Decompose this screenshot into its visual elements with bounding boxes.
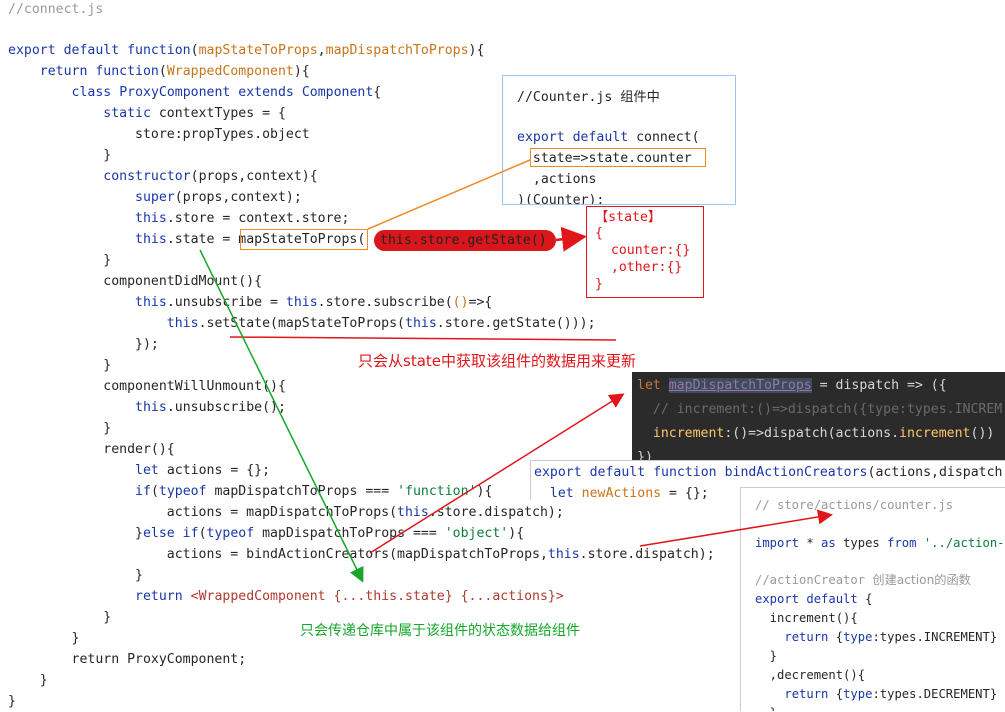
green-arrow-state (199, 249, 364, 583)
annotation-arrows (199, 159, 833, 583)
red-underline-setstate (229, 336, 617, 341)
getstate-highlight-text: this.store.getState() (380, 233, 547, 248)
red-arrow-getstate (555, 226, 587, 252)
orange-link-line (367, 159, 531, 230)
red-arrow-dispatch (369, 393, 625, 554)
red-arrow-actions (639, 509, 833, 547)
